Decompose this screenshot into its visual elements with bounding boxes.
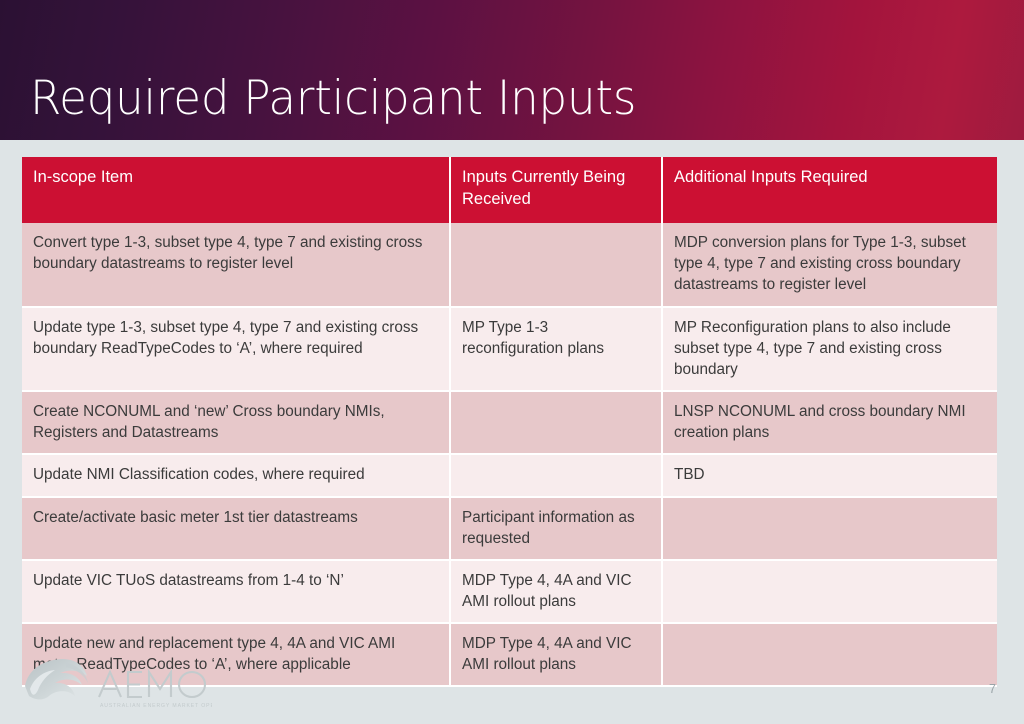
cell-inputs-received: Participant information as requested [450, 496, 663, 561]
slide: Required Participant Inputs In-scope Ite… [0, 0, 1024, 724]
cell-in-scope-item: Update type 1-3, subset type 4, type 7 a… [22, 306, 451, 393]
table-header-row: In-scope Item Inputs Currently Being Rec… [22, 157, 997, 223]
title-band: Required Participant Inputs [0, 0, 1024, 140]
page-title: Required Participant Inputs [30, 71, 637, 126]
cell-inputs-received: MP Type 1-3 reconfiguration plans [450, 306, 663, 393]
cell-in-scope-item: Update VIC TUoS datastreams from 1-4 to … [22, 559, 451, 624]
aemo-logo: AUSTRALIAN ENERGY MARKET OPERATOR [22, 656, 236, 712]
cell-inputs-received: MDP Type 4, 4A and VIC AMI rollout plans [450, 622, 663, 688]
table-row: Update VIC TUoS datastreams from 1-4 to … [22, 559, 997, 624]
cell-inputs-received: MDP Type 4, 4A and VIC AMI rollout plans [450, 559, 663, 624]
table-row: Convert type 1-3, subset type 4, type 7 … [22, 222, 997, 308]
cell-in-scope-item: Create/activate basic meter 1st tier dat… [22, 496, 451, 561]
cell-inputs-received [450, 391, 663, 456]
cell-inputs-received [450, 454, 663, 498]
aemo-wordmark [98, 668, 207, 699]
cell-additional-inputs: LNSP NCONUML and cross boundary NMI crea… [662, 391, 997, 456]
cell-additional-inputs: TBD [662, 454, 997, 498]
cell-in-scope-item: Create NCONUML and ‘new’ Cross boundary … [22, 391, 451, 456]
cell-additional-inputs [662, 622, 997, 688]
cell-additional-inputs: MP Reconfiguration plans to also include… [662, 306, 997, 393]
aemo-tagline: AUSTRALIAN ENERGY MARKET OPERATOR [100, 703, 212, 709]
cell-in-scope-item: Convert type 1-3, subset type 4, type 7 … [22, 222, 451, 308]
cell-in-scope-item: Update NMI Classification codes, where r… [22, 454, 451, 498]
table-row: Update NMI Classification codes, where r… [22, 454, 997, 498]
cell-additional-inputs: MDP conversion plans for Type 1-3, subse… [662, 222, 997, 308]
column-header-in-scope-item: In-scope Item [22, 157, 451, 223]
cell-inputs-received [450, 222, 663, 308]
column-header-inputs-received: Inputs Currently Being Received [450, 157, 663, 223]
cell-additional-inputs [662, 559, 997, 624]
table-row: Update type 1-3, subset type 4, type 7 a… [22, 306, 997, 393]
required-inputs-table: In-scope Item Inputs Currently Being Rec… [22, 157, 997, 688]
column-header-additional-inputs: Additional Inputs Required [662, 157, 997, 223]
cell-additional-inputs [662, 496, 997, 561]
table-row: Create NCONUML and ‘new’ Cross boundary … [22, 391, 997, 456]
page-number: 7 [989, 682, 996, 696]
table-row: Create/activate basic meter 1st tier dat… [22, 496, 997, 561]
aemo-swoosh-mark [25, 659, 88, 700]
